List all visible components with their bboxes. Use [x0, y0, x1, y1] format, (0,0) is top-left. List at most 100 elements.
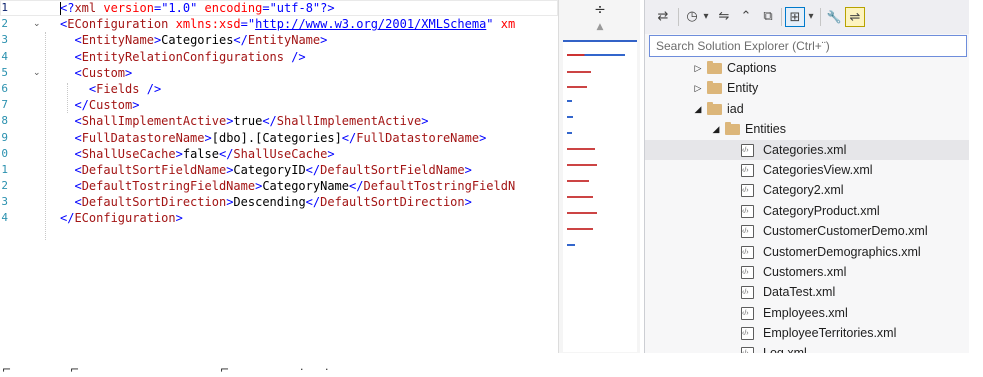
- sync-with-document-icon[interactable]: ⇄: [653, 7, 673, 27]
- xml-file-icon: [741, 181, 754, 202]
- toolbar-separator: [678, 8, 679, 26]
- show-all-files-icon[interactable]: ⧉: [759, 7, 777, 27]
- fold-chevron-icon[interactable]: ⌄: [33, 19, 41, 29]
- line-number: 1: [1, 162, 8, 176]
- minimap-line: [567, 244, 575, 246]
- xml-file-icon: [741, 202, 754, 222]
- collapse-all-icon[interactable]: ⌃: [737, 7, 755, 27]
- wrench-icon[interactable]: 🔧: [825, 7, 843, 27]
- folder-icon: [707, 81, 722, 95]
- tree-file-item[interactable]: CustomerDemographics.xml: [645, 242, 969, 263]
- expand-arrow-icon[interactable]: ▷: [693, 78, 703, 98]
- xml-file-icon: [741, 324, 754, 344]
- tree-file-item[interactable]: CategoryProduct.xml: [645, 201, 969, 222]
- tree-folder-item[interactable]: ▷ Entity: [645, 78, 969, 98]
- preview-selected-items-icon[interactable]: ⇌: [845, 7, 865, 27]
- split-window-button[interactable]: ÷: [559, 0, 641, 20]
- code-editor[interactable]: 1 2 3 4 5 6 7 8 9 0 1 2 3 4 ⌄ ⌄ <?xml ve…: [0, 0, 558, 353]
- properties-icon[interactable]: ⊞: [785, 7, 805, 27]
- tree-file-item[interactable]: Customers.xml: [645, 262, 969, 283]
- minimap-line: [567, 148, 595, 150]
- code-line: </Custom>: [74, 98, 140, 113]
- status-glyph: ⌐: [220, 363, 230, 376]
- status-glyph: ⌐: [70, 363, 80, 376]
- toolbar-separator: [820, 8, 821, 26]
- tree-item-label: EmployeeTerritories.xml: [763, 326, 897, 341]
- collapse-arrow-icon[interactable]: ◢: [711, 119, 721, 139]
- tree-item-label: iad: [727, 101, 744, 116]
- minimap-line: [567, 180, 589, 182]
- folder-icon: [707, 61, 722, 74]
- tree-item-label: Entities: [745, 122, 786, 137]
- xml-file-icon: [741, 222, 754, 243]
- refresh-icon[interactable]: ⇋: [715, 7, 733, 27]
- tree-item-label: DataTest.xml: [763, 285, 836, 300]
- line-number: 3: [1, 33, 8, 47]
- folder-icon: [725, 122, 740, 136]
- tree-file-item[interactable]: Categories.xml: [645, 139, 969, 161]
- tree-file-item[interactable]: EmployeeTerritories.xml: [645, 323, 969, 344]
- tree-file-item[interactable]: CategoriesView.xml: [645, 160, 969, 181]
- tree-item-label: CategoryProduct.xml: [763, 203, 880, 218]
- minimap-line: [567, 164, 597, 166]
- minimap-line: [567, 196, 593, 198]
- code-line: <DefaultSortDirection>Descending</Defaul…: [74, 195, 472, 210]
- chevron-down-icon[interactable]: ▾: [806, 7, 816, 27]
- solution-tree: ▷ Captions ▷ Entity ◢ iad ◢ Entities Categories.…: [645, 58, 969, 353]
- code-line: </EConfiguration>: [60, 211, 183, 226]
- code-line: <?xml version="1.0" encoding="utf-8"?>: [60, 1, 335, 15]
- code-line: <EntityRelationConfigurations />: [74, 49, 306, 64]
- tree-item-label: CustomerDemographics.xml: [763, 244, 921, 259]
- expand-arrow-icon[interactable]: ▷: [693, 58, 703, 78]
- scroll-up-arrow-icon[interactable]: ▲: [559, 20, 641, 34]
- solution-explorer-toolbar: ⇄ ◷ ▾ ⇋ ⌃ ⧉ ⊞ ▾ 🔧 ⇌: [645, 0, 969, 34]
- tree-item-label: CategoriesView.xml: [763, 162, 873, 177]
- minimap-line: [567, 116, 573, 118]
- folder-icon: [707, 101, 722, 115]
- xml-file-icon: [741, 263, 754, 283]
- tree-file-item[interactable]: Category2.xml: [645, 180, 969, 202]
- line-number: 2: [1, 179, 8, 193]
- tree-file-item[interactable]: Log.xml: [645, 343, 969, 353]
- tree-file-item[interactable]: Employees.xml: [645, 303, 969, 324]
- line-number-gutter: 1 2 3 4 5 6 7 8 9 0 1 2 3 4: [0, 0, 32, 227]
- tree-item-label: Log.xml: [763, 343, 807, 353]
- code-line: <Fields />: [88, 81, 162, 96]
- chevron-down-icon[interactable]: ▾: [701, 7, 711, 27]
- tree-file-item[interactable]: CustomerCustomerDemo.xml: [645, 221, 969, 243]
- status-glyph: ·: [300, 363, 304, 376]
- line-number: 4: [1, 211, 8, 225]
- tree-item-label: Category2.xml: [763, 183, 844, 198]
- line-number: 4: [1, 49, 8, 63]
- editor-overview-margin[interactable]: ÷ ▲: [558, 0, 640, 353]
- xml-file-icon: [741, 161, 754, 181]
- code-lines: <?xml version="1.0" encoding="utf-8"?> <…: [60, 0, 558, 227]
- minimap-line: [567, 228, 593, 230]
- xml-file-icon: [741, 283, 754, 304]
- minimap-line: [567, 86, 587, 88]
- fold-chevron-icon[interactable]: ⌄: [33, 68, 41, 78]
- solution-explorer-panel: ⇄ ◷ ▾ ⇋ ⌃ ⧉ ⊞ ▾ 🔧 ⇌ Search Solution Expl…: [644, 0, 969, 353]
- xml-file-icon: [741, 243, 754, 263]
- tree-folder-item[interactable]: ◢ iad: [645, 99, 969, 119]
- pending-changes-icon[interactable]: ◷: [683, 7, 701, 27]
- solution-explorer-search-input[interactable]: Search Solution Explorer (Ctrl+¨): [649, 35, 967, 57]
- code-line: <ShallUseCache>false</ShallUseCache>: [74, 146, 335, 161]
- line-number: 2: [1, 17, 8, 31]
- collapse-arrow-icon[interactable]: ◢: [693, 99, 703, 119]
- toolbar-separator: [781, 8, 782, 26]
- code-line: <FullDatastoreName>[dbo].[Categories]</F…: [74, 130, 487, 145]
- tree-item-label: Categories.xml: [763, 142, 847, 157]
- tree-folder-item[interactable]: ▷ Captions: [645, 58, 969, 78]
- schema-link[interactable]: http://www.w3.org/2001/XMLSchema: [255, 17, 486, 31]
- tree-file-item[interactable]: DataTest.xml: [645, 282, 969, 304]
- minimap-line: [567, 212, 597, 214]
- xml-file-icon: [741, 141, 754, 161]
- tree-folder-item[interactable]: ◢ Entities: [645, 119, 969, 139]
- code-line: <Custom>: [74, 65, 133, 80]
- code-line: <ShallImplementActive>true</ShallImpleme…: [74, 114, 429, 129]
- line-number: 3: [1, 195, 8, 209]
- code-minimap[interactable]: [563, 40, 637, 352]
- status-glyph: ·: [325, 363, 329, 376]
- minimap-line: [567, 132, 572, 134]
